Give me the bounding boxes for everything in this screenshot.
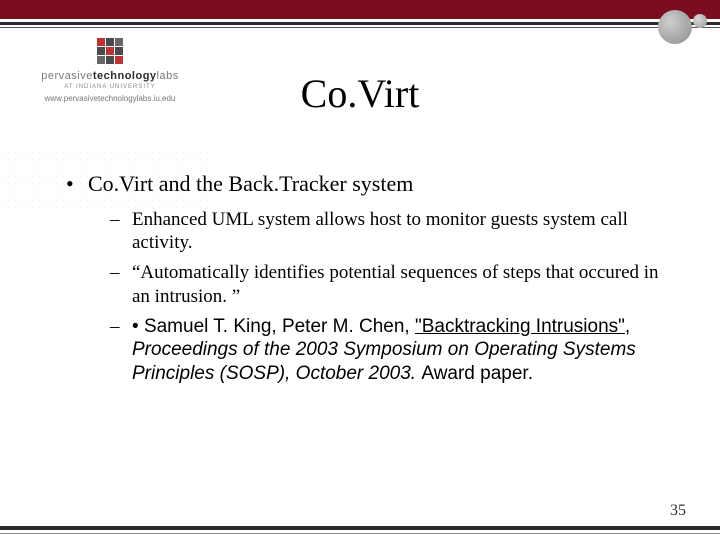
bullet-l2-1-text: Enhanced UML system allows host to monit… bbox=[132, 209, 628, 254]
footer-rule-thin bbox=[0, 533, 720, 534]
bullet-l2-2: “Automatically identifies potential sequ… bbox=[110, 261, 670, 309]
decor-circle-small bbox=[693, 14, 707, 28]
header-band bbox=[0, 0, 720, 19]
bullet-l2-2-text: “Automatically identifies potential sequ… bbox=[132, 262, 659, 307]
slide-body: Co.Virt and the Back.Tracker system Enha… bbox=[66, 170, 670, 396]
cite-title-link[interactable]: "Backtracking Intrusions" bbox=[415, 316, 625, 337]
cite-comma: , bbox=[625, 316, 630, 337]
bullet-l1-text: Co.Virt and the Back.Tracker system bbox=[88, 171, 413, 196]
cite-bullet: • bbox=[132, 316, 144, 337]
bullet-l2-3: • Samuel T. King, Peter M. Chen, "Backtr… bbox=[110, 315, 670, 386]
header-rule-thick bbox=[0, 22, 720, 25]
header-rule-thin bbox=[0, 27, 720, 28]
logo-icon bbox=[97, 38, 123, 64]
slide: pervasivetechnologylabs AT INDIANA UNIVE… bbox=[0, 0, 720, 540]
decor-circle-large bbox=[658, 10, 692, 44]
bullet-l2-1: Enhanced UML system allows host to monit… bbox=[110, 208, 670, 256]
bullet-l1: Co.Virt and the Back.Tracker system Enha… bbox=[66, 170, 670, 386]
cite-authors: Samuel T. King, Peter M. Chen, bbox=[144, 316, 415, 337]
slide-title: Co.Virt bbox=[0, 70, 720, 117]
page-number: 35 bbox=[670, 502, 686, 520]
cite-award: Award paper. bbox=[421, 363, 533, 384]
cite-venue-date: (SOSP), October 2003. bbox=[220, 363, 422, 384]
footer-rule-thick bbox=[0, 526, 720, 530]
